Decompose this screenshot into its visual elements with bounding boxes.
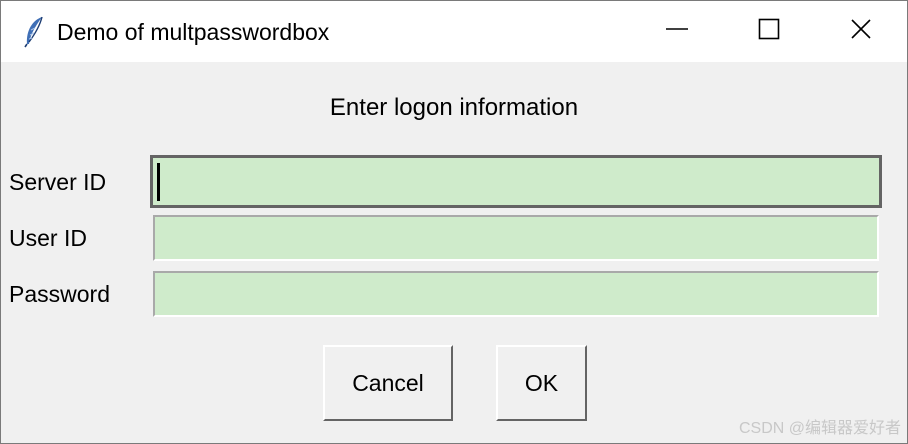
watermark: CSDN @编辑器爱好者 [738, 420, 901, 437]
server-id-label: Server ID [9, 169, 107, 195]
minimize-button[interactable] [631, 1, 723, 62]
user-id-field[interactable] [153, 215, 879, 261]
prompt-message: Enter logon information [329, 94, 579, 121]
window-title: Demo of multpasswordbox [57, 19, 330, 45]
cancel-button[interactable]: Cancel [323, 345, 453, 421]
maximize-button[interactable] [723, 1, 815, 62]
text-cursor [157, 163, 160, 201]
user-id-label: User ID [9, 225, 87, 251]
close-icon [850, 18, 872, 45]
maximize-icon [758, 18, 780, 45]
ok-button[interactable]: OK [496, 345, 587, 421]
minimize-icon [665, 17, 689, 46]
dialog-window: Demo of multpasswordbox Enter logon info… [0, 0, 908, 444]
password-field[interactable] [153, 271, 879, 317]
title-bar[interactable]: Demo of multpasswordbox [1, 1, 907, 62]
close-button[interactable] [815, 1, 907, 62]
feather-icon [23, 16, 45, 48]
password-label: Password [9, 281, 110, 307]
server-id-field[interactable] [150, 155, 882, 208]
